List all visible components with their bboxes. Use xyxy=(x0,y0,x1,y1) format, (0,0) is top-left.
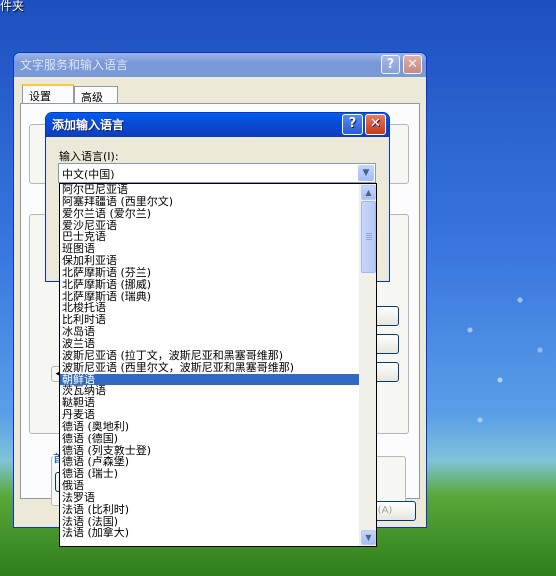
language-option[interactable]: 丹麦语 xyxy=(60,409,360,421)
close-button[interactable]: ✕ xyxy=(365,114,386,135)
language-option[interactable]: 保加利亚语 xyxy=(60,255,360,267)
add-input-language-titlebar[interactable]: 添加输入语言 ? ✕ xyxy=(46,113,389,137)
tab-advanced[interactable]: 高级 xyxy=(74,86,118,104)
scroll-down-icon[interactable]: ▼ xyxy=(361,530,376,545)
help-button[interactable]: ? xyxy=(342,114,363,135)
language-option[interactable]: 鞑靼语 xyxy=(60,397,360,409)
language-option[interactable]: 法罗语 xyxy=(60,492,360,504)
chevron-down-icon[interactable]: ▼ xyxy=(358,165,374,181)
help-button[interactable]: ? xyxy=(381,55,400,74)
language-option[interactable]: 北萨摩斯语 (瑞典) xyxy=(60,291,360,303)
combobox-value: 中文(中国) xyxy=(62,168,115,181)
language-option[interactable]: 俄语 xyxy=(60,480,360,492)
window-title: 文字服务和输入语言 xyxy=(20,58,129,72)
language-option[interactable]: 北萨摩斯语 (挪威) xyxy=(60,279,360,291)
language-options: 阿尔巴尼亚语 阿塞拜疆语 (西里尔文) 爱尔兰语 (爱尔兰) 爱沙尼亚语 巴士克语 班图语… xyxy=(60,184,360,539)
language-option[interactable]: 法语 (比利时) xyxy=(60,504,360,516)
language-option[interactable]: 茨瓦纳语 xyxy=(60,385,360,397)
scroll-up-icon[interactable]: ▲ xyxy=(361,185,376,200)
input-language-combobox[interactable]: 中文(中国) ▼ xyxy=(58,163,376,183)
language-option[interactable]: 冰岛语 xyxy=(60,326,360,338)
input-language-label: 输入语言(I): xyxy=(59,150,119,163)
language-dropdown-list[interactable]: 阿尔巴尼亚语 阿塞拜疆语 (西里尔文) 爱尔兰语 (爱尔兰) 爱沙尼亚语 巴士克语 班图语… xyxy=(59,183,377,547)
language-option[interactable]: 北梭托语 xyxy=(60,302,360,314)
language-option[interactable]: 爱沙尼亚语 xyxy=(60,220,360,232)
language-option[interactable]: 法语 (法国) xyxy=(60,516,360,528)
language-option[interactable]: 德语 (瑞士) xyxy=(60,468,360,480)
language-option[interactable]: 波兰语 xyxy=(60,338,360,350)
dialog-title: 添加输入语言 xyxy=(52,118,125,132)
close-button[interactable]: ✕ xyxy=(403,55,422,74)
language-option[interactable]: 德语 (列支敦士登) xyxy=(60,445,360,457)
language-option[interactable]: 波斯尼亚语 (西里尔文，波斯尼亚和黑塞哥维那) xyxy=(60,362,360,374)
language-option[interactable]: 班图语 xyxy=(60,243,360,255)
language-option[interactable]: 巴士克语 xyxy=(60,231,360,243)
desktop-icon-label[interactable]: 件夹 xyxy=(0,0,24,14)
tab-settings[interactable]: 设置 xyxy=(22,84,74,105)
language-option[interactable]: 爱尔兰语 (爱尔兰) xyxy=(60,208,360,220)
language-option[interactable]: 比利时语 xyxy=(60,314,360,326)
language-option[interactable]: 德语 (德国) xyxy=(60,433,360,445)
language-option[interactable]: 北萨摩斯语 (芬兰) xyxy=(60,267,360,279)
scroll-thumb[interactable] xyxy=(361,201,376,273)
language-option[interactable]: 波斯尼亚语 (拉丁文，波斯尼亚和黑塞哥维那) xyxy=(60,350,360,362)
language-option[interactable]: 阿尔巴尼亚语 xyxy=(60,184,360,196)
language-option[interactable]: 德语 (奥地利) xyxy=(60,421,360,433)
language-option[interactable]: 德语 (卢森堡) xyxy=(60,456,360,468)
language-option[interactable]: 法语 (加拿大) xyxy=(60,527,360,539)
language-option[interactable]: 阿塞拜疆语 (西里尔文) xyxy=(60,196,360,208)
dropdown-scrollbar[interactable]: ▲ ▼ xyxy=(359,184,376,546)
language-option[interactable]: 朝鲜语 xyxy=(60,373,360,386)
text-services-titlebar[interactable]: 文字服务和输入语言 ? ✕ xyxy=(14,53,426,77)
